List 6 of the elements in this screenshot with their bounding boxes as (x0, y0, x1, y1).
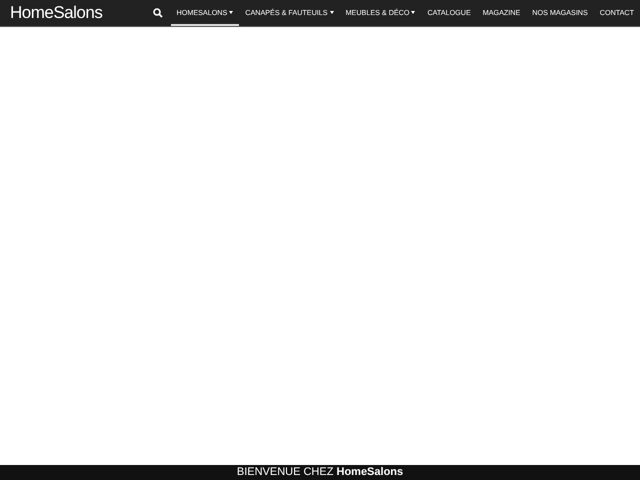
caret-icon (229, 10, 234, 14)
site-logo[interactable]: HomeSalons (0, 0, 145, 26)
search-icon[interactable] (152, 8, 163, 18)
welcome-heading: BIENVENUE CHEZ HomeSalons (236, 467, 404, 478)
caret-icon (330, 10, 334, 14)
caret-icon (411, 10, 416, 14)
